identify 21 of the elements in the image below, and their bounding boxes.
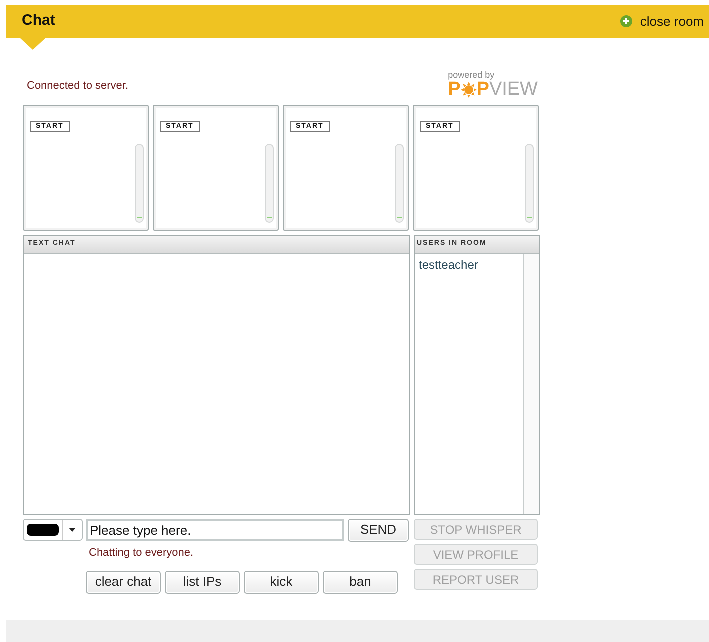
scrollbar[interactable] (523, 254, 539, 514)
moderation-button[interactable]: ban (323, 570, 398, 594)
color-swatch-icon (27, 524, 59, 536)
moderation-button[interactable]: clear chat (86, 570, 161, 594)
volume-slider[interactable] (265, 144, 274, 223)
moderation-button[interactable]: kick (244, 570, 319, 594)
user-list-item[interactable]: testteacher (419, 256, 519, 274)
popview-logo: powered by P PVIEW (448, 71, 538, 99)
close-room-link[interactable]: close room (620, 12, 704, 32)
volume-slider[interactable] (525, 144, 534, 223)
moderation-button[interactable]: list IPs (165, 570, 240, 594)
plus-icon (620, 15, 634, 28)
connection-status: Connected to server. (27, 78, 129, 94)
caret-icon (69, 528, 76, 532)
chat-target-status: Chatting to everyone. (89, 546, 195, 561)
color-picker[interactable] (23, 519, 83, 541)
header-title: Chat (22, 11, 56, 32)
volume-slider[interactable] (395, 144, 404, 223)
volume-slider[interactable] (135, 144, 144, 223)
send-button[interactable]: SEND (348, 518, 409, 542)
message-field[interactable]: Please type here. (86, 519, 344, 541)
